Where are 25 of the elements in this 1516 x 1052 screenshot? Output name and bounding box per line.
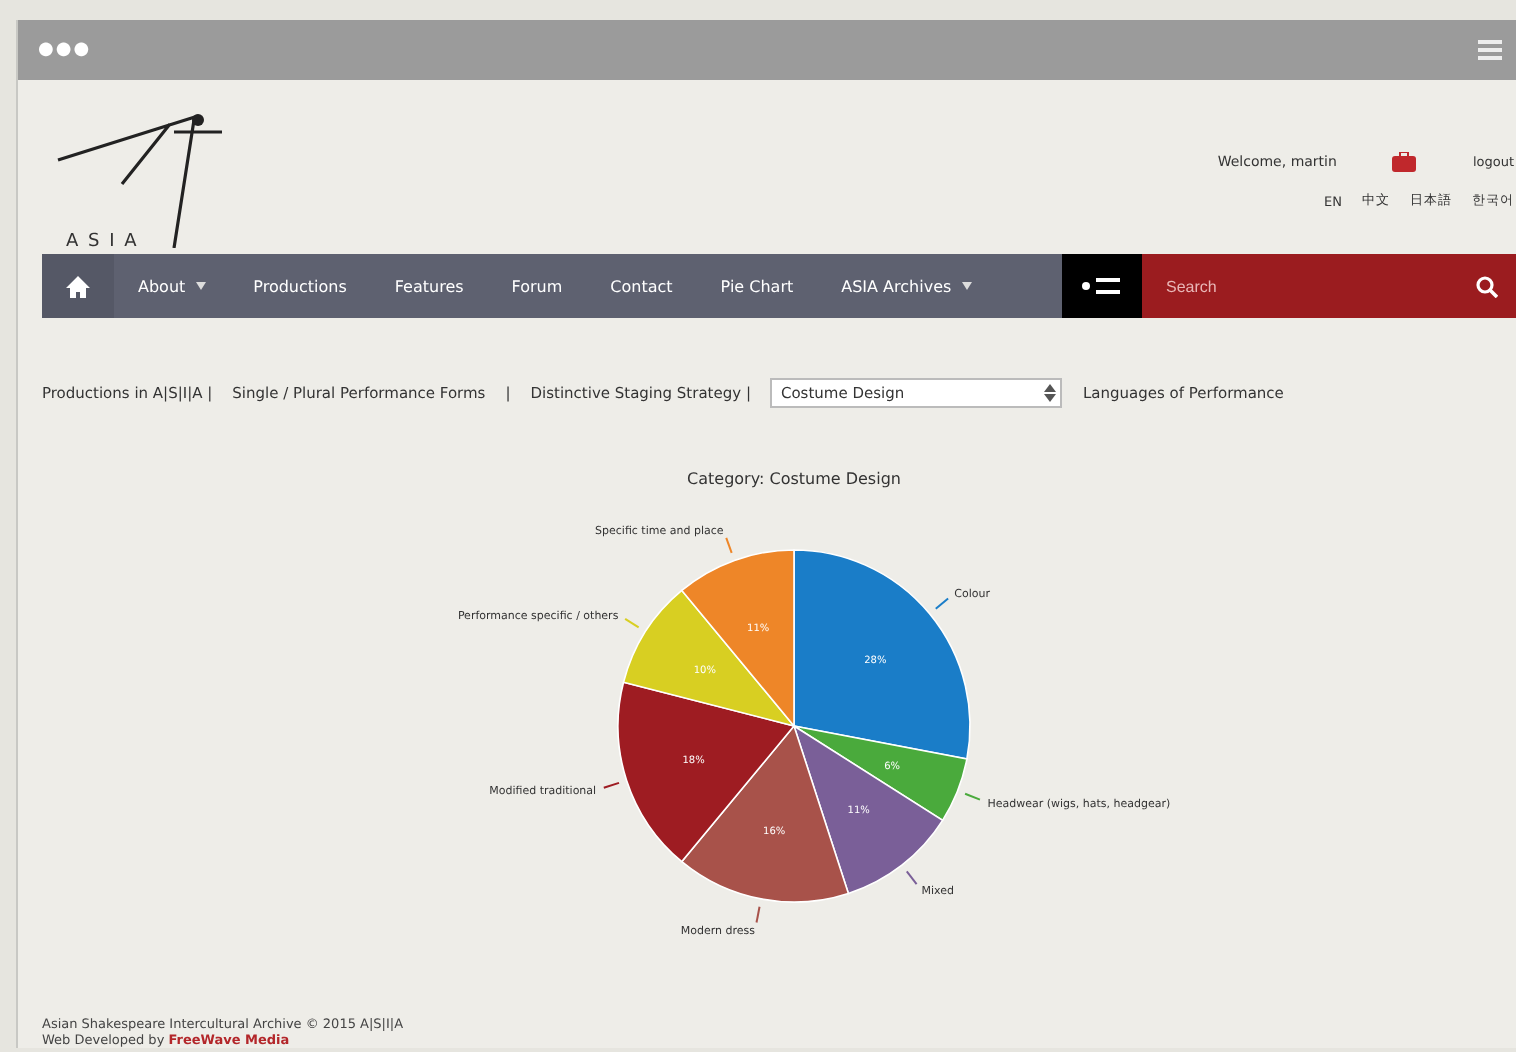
leader-line xyxy=(602,781,620,789)
leader-line xyxy=(755,905,761,924)
leader-line xyxy=(725,536,733,554)
nav-item[interactable]: Features xyxy=(370,277,488,295)
nav-item[interactable]: About xyxy=(114,277,230,295)
leader-line xyxy=(624,617,640,629)
search-field[interactable]: Search xyxy=(1162,275,1468,297)
leader-line xyxy=(934,597,950,610)
nav-item[interactable]: Productions xyxy=(229,277,371,295)
spinner-arrows-icon[interactable] xyxy=(1044,384,1057,402)
logo-text: A S I A xyxy=(66,232,139,252)
leader-line xyxy=(905,870,918,886)
nav-item[interactable]: Forum xyxy=(487,277,587,295)
search-bar[interactable]: Search xyxy=(1142,254,1516,318)
search-icon[interactable] xyxy=(1476,275,1498,297)
nav-item[interactable]: Pie Chart xyxy=(696,277,818,295)
badge-logo-icon[interactable] xyxy=(1062,254,1142,318)
nav-item[interactable]: Contact xyxy=(586,277,697,295)
nav-item[interactable]: ASIA Archives xyxy=(817,277,996,295)
home-button[interactable] xyxy=(42,254,114,318)
window-dots: ●●● xyxy=(38,40,92,60)
leader-line xyxy=(964,792,981,801)
briefcase-icon[interactable] xyxy=(1392,152,1417,172)
home-icon[interactable] xyxy=(66,275,90,297)
chart-title: Category: Costume Design xyxy=(687,470,901,488)
